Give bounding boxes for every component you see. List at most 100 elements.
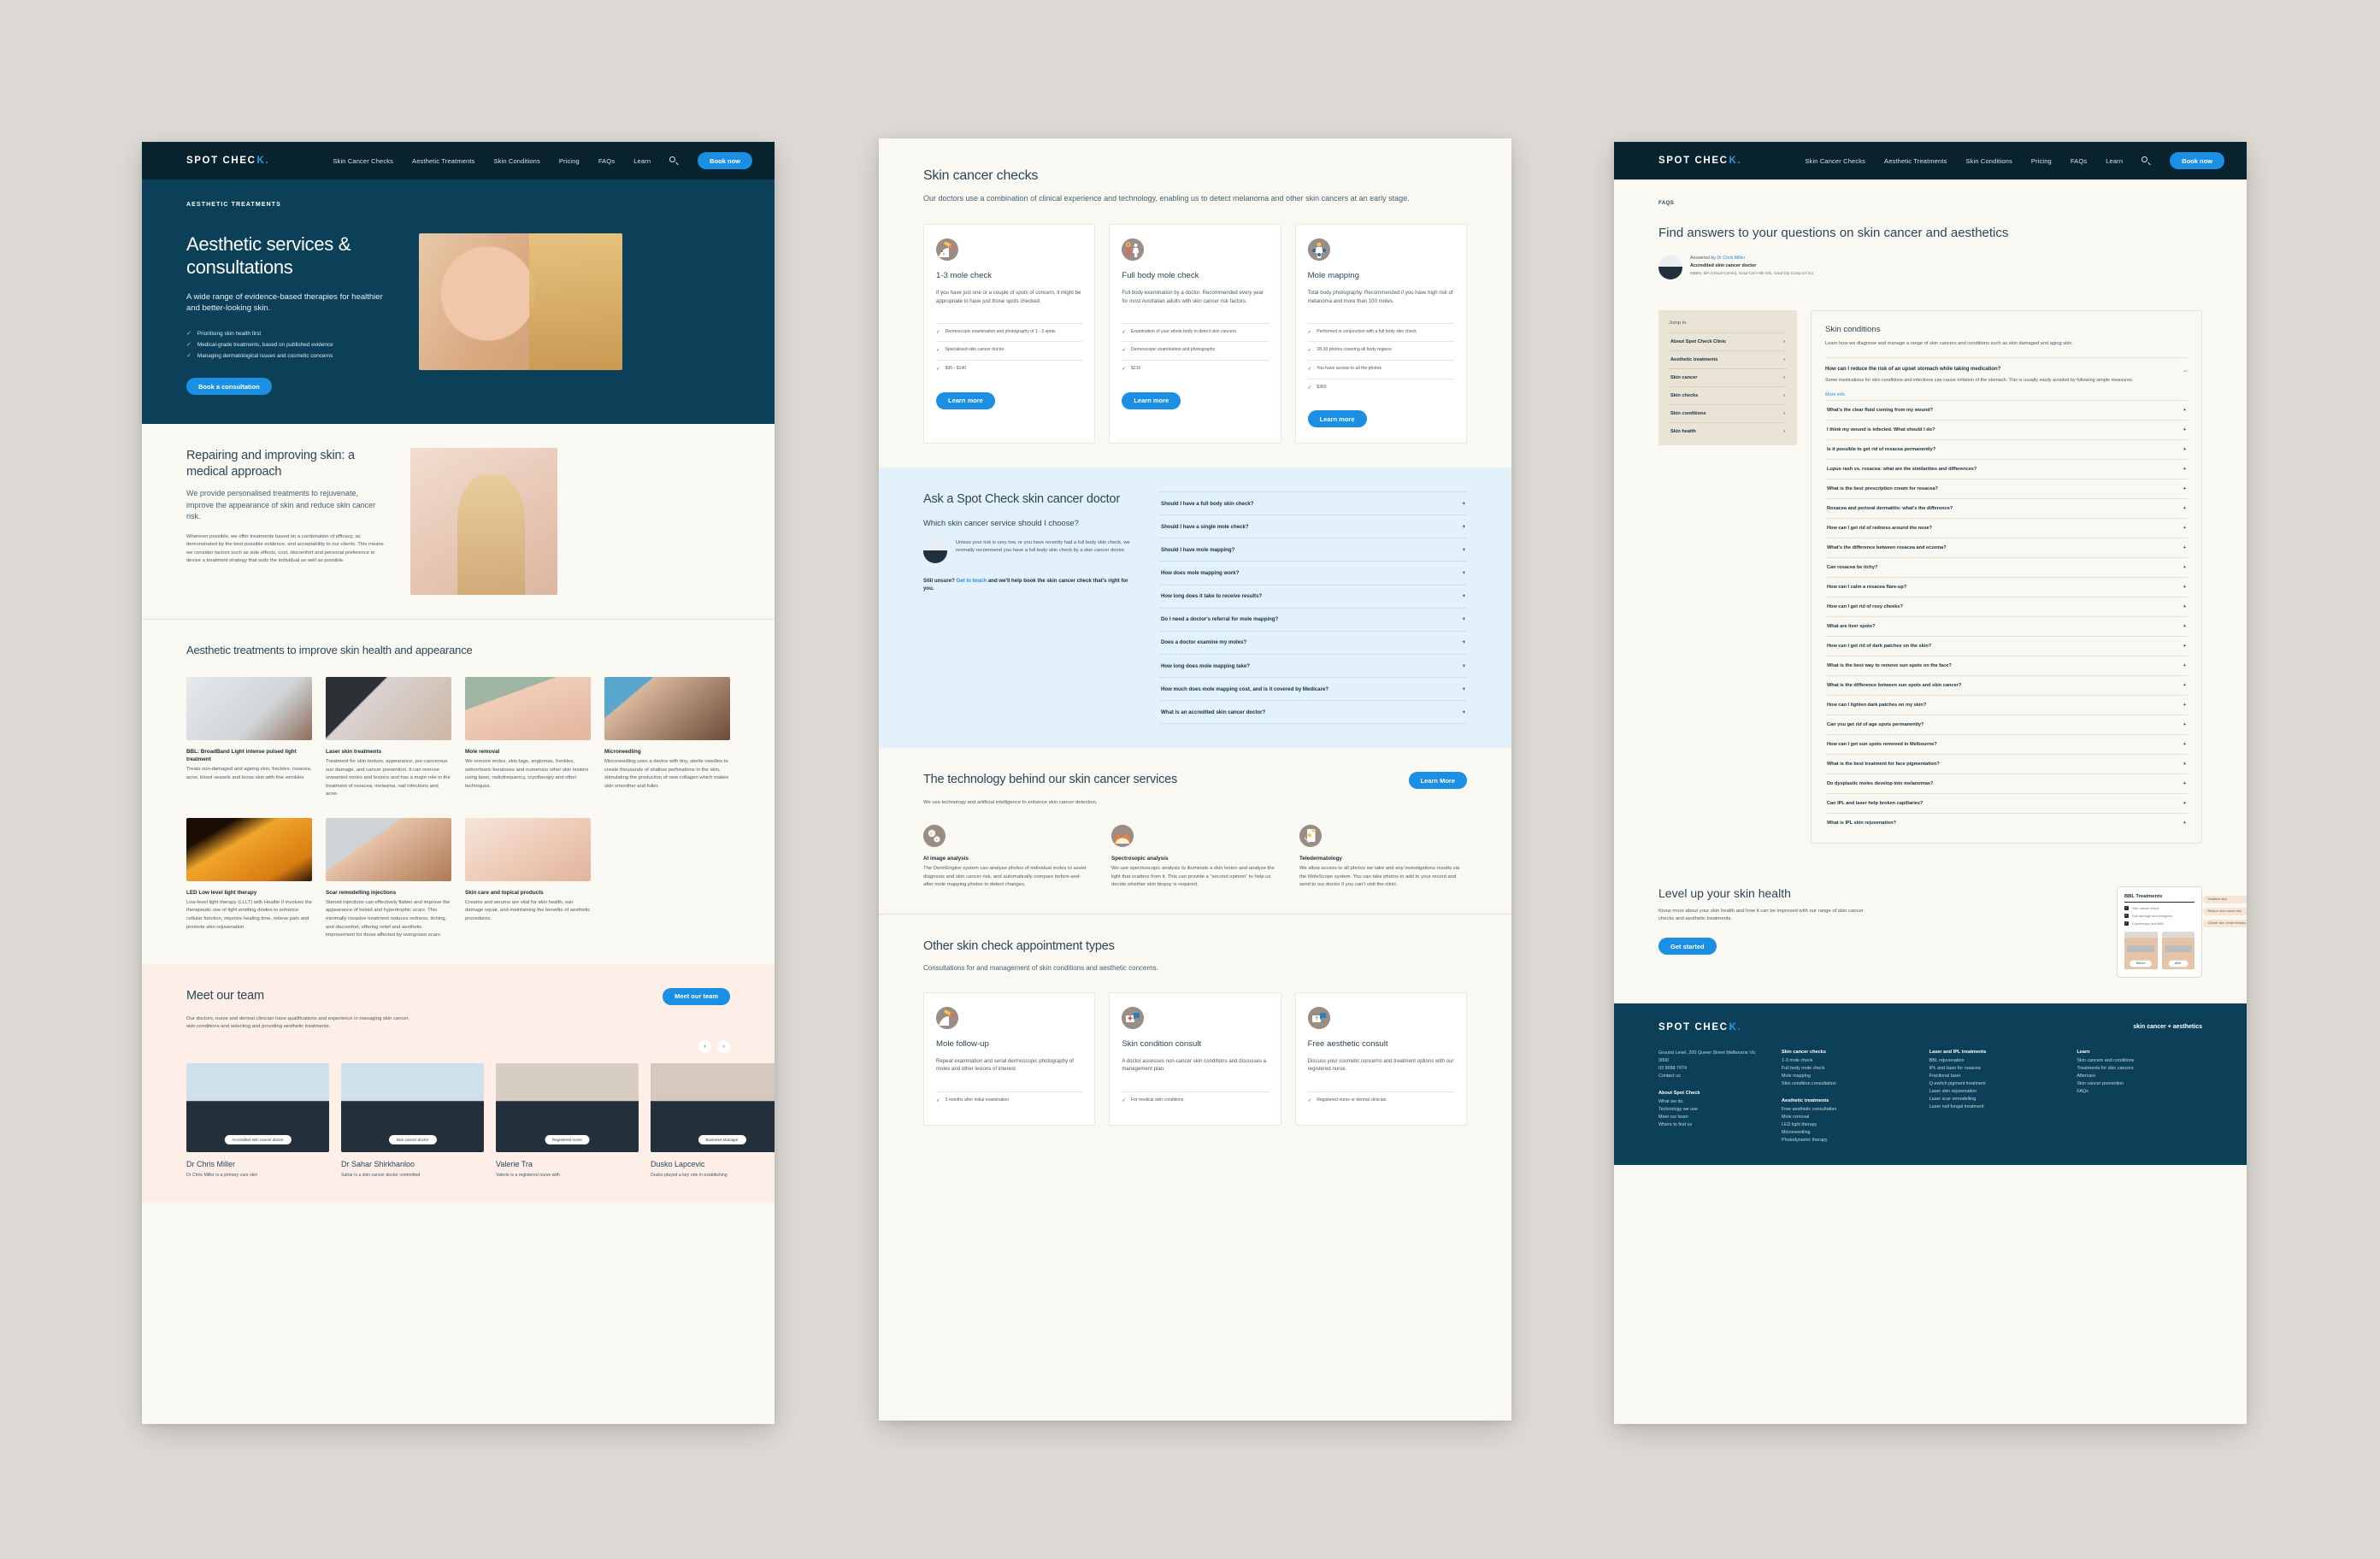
accordion-row[interactable]: How can I get rid of redness around the … — [1825, 517, 2188, 538]
footer-link[interactable]: BBL rejuvenation — [1929, 1057, 2055, 1065]
footer-logo[interactable]: SPOT CHEC K. — [1658, 1022, 1741, 1032]
team-member-card[interactable]: Skin cancer doctor Dr Sahar Shirkhanloo Sa… — [341, 1062, 484, 1179]
footer-link[interactable]: 1-3 mole check — [1782, 1057, 1907, 1065]
service-card[interactable]: Full body mole check Full body examinati… — [1109, 223, 1281, 444]
treatment-card[interactable]: BBL: BroadBand Light intense pulsed ligh… — [186, 676, 312, 799]
treatment-card[interactable]: LED Low level light therapy Low-level lig… — [186, 817, 312, 940]
accordion-row[interactable]: How can I get rid of dark patches on the… — [1825, 635, 2188, 656]
plus-icon[interactable]: + — [1462, 500, 1465, 508]
accordion-row[interactable]: Lupus rash vs. rosacea: what are the sim… — [1825, 458, 2188, 479]
learn-more-button[interactable]: Learn more — [1307, 410, 1367, 428]
team-carousel[interactable]: Accredited skin cancer doctor Dr Chris Mi… — [186, 1062, 775, 1179]
chevron-right-icon[interactable]: › — [717, 1039, 730, 1053]
plus-icon[interactable]: + — [1462, 662, 1465, 670]
accordion-row[interactable]: I think my wound is infected. What shoul… — [1825, 419, 2188, 439]
footer-link[interactable]: FAQs — [2077, 1088, 2202, 1096]
plus-icon[interactable]: + — [2183, 506, 2186, 511]
nav-item-learn[interactable]: Learn — [633, 157, 651, 165]
plus-icon[interactable]: + — [2183, 683, 2186, 688]
treatment-card[interactable]: Skin care and topical products Creams and… — [465, 817, 591, 940]
accordion-row[interactable]: Should I have a single mole check? + — [1159, 515, 1467, 539]
plus-icon[interactable]: + — [1462, 615, 1465, 623]
footer-link[interactable]: Technology we use — [1658, 1106, 1759, 1114]
plus-icon[interactable]: + — [2183, 703, 2186, 708]
footer-link[interactable]: Free aesthetic consultation — [1782, 1106, 1907, 1114]
accordion-row[interactable]: What's the difference between rosacea an… — [1825, 537, 2188, 557]
search-icon[interactable] — [669, 156, 679, 166]
footer-link[interactable]: Fractional laser — [1929, 1073, 2055, 1080]
jump-item[interactable]: Aesthetic treatments › — [1669, 350, 1787, 368]
plus-icon[interactable]: + — [2183, 427, 2186, 432]
nav-item-pricing[interactable]: Pricing — [2031, 157, 2052, 165]
footer-link[interactable]: Skin cancer prevention — [2077, 1080, 2202, 1088]
accordion-row[interactable]: What is the best way to remove sun spots… — [1825, 655, 2188, 675]
accordion-row[interactable]: Can IPL and laser help broken capillarie… — [1825, 792, 2188, 813]
accordion-row[interactable]: Can rosacea be itchy? + — [1825, 556, 2188, 577]
bbl-checklist-item[interactable]: ✓ Sun damage and lentigines — [2124, 913, 2194, 918]
treatment-card[interactable]: Mole removal We remove moles, skin tags, … — [465, 676, 591, 799]
plus-icon[interactable]: + — [1462, 569, 1465, 577]
get-in-touch-link[interactable]: Get in touch — [957, 578, 987, 584]
plus-icon[interactable]: + — [2183, 526, 2186, 531]
more-info-link[interactable]: More info — [1825, 392, 1845, 397]
footer-link[interactable]: Mole mapping — [1782, 1073, 1907, 1080]
meet-our-team-button[interactable]: Meet our team — [663, 987, 730, 1005]
learn-more-button[interactable]: Learn More — [1408, 772, 1467, 790]
footer-link[interactable]: Skin cancers and conditions — [2077, 1057, 2202, 1065]
footer-link[interactable]: Mole removal — [1782, 1114, 1907, 1121]
service-card[interactable]: 1-3 mole check If you have just one or a… — [923, 223, 1096, 444]
accordion-row[interactable]: How long does mole mapping take? + — [1159, 655, 1467, 679]
treatment-card[interactable]: Scar remodelling injections Steroid injec… — [326, 817, 451, 940]
footer-link[interactable]: Q-switch pigment treatment — [1929, 1080, 2055, 1088]
appointment-card[interactable]: ? Free aesthetic consult Discuss your co… — [1294, 991, 1467, 1127]
plus-icon[interactable]: + — [2183, 821, 2186, 826]
nav-item-learn[interactable]: Learn — [2106, 157, 2123, 165]
nav-item-aesthetic-treatments[interactable]: Aesthetic Treatments — [412, 157, 474, 165]
jump-item[interactable]: Skin checks › — [1669, 385, 1787, 404]
accordion-row[interactable]: Does a doctor examine my moles? + — [1159, 632, 1467, 656]
search-icon[interactable] — [2141, 156, 2151, 166]
jump-item[interactable]: Skin conditions › — [1669, 403, 1787, 422]
accordion-row[interactable]: How long does it take to receive results… — [1159, 585, 1467, 609]
accordion-row[interactable]: What is the best prescription cream for … — [1825, 478, 2188, 498]
jump-item[interactable]: Skin cancer › — [1669, 368, 1787, 386]
footer-link[interactable]: IPL and laser for rosacea — [1929, 1065, 2055, 1073]
plus-icon[interactable]: + — [2183, 644, 2186, 649]
author-link[interactable]: Dr Chris Miller — [1717, 256, 1745, 261]
accordion-row[interactable]: What's the clear fluid coming from my wo… — [1825, 399, 2188, 420]
footer-link[interactable]: Photodynamic therapy — [1782, 1137, 1907, 1144]
accordion-row[interactable]: What is the difference between sun spots… — [1825, 674, 2188, 695]
team-member-card[interactable]: Business Manager Dusko Lapcevic Dusko play… — [651, 1062, 775, 1179]
plus-icon[interactable]: + — [2183, 486, 2186, 491]
footer-link[interactable]: Microneedling — [1782, 1129, 1907, 1137]
plus-icon[interactable]: + — [2183, 604, 2186, 609]
footer-link[interactable]: What we do — [1658, 1098, 1759, 1106]
plus-icon[interactable]: + — [2183, 762, 2186, 767]
accordion-row[interactable]: How much does mole mapping cost, and is … — [1159, 678, 1467, 702]
jump-item[interactable]: About Spot Check Clinic › — [1669, 332, 1787, 350]
plus-icon[interactable]: + — [2183, 408, 2186, 413]
appointment-card[interactable]: Mole follow-up Repeat examination and se… — [923, 991, 1096, 1127]
accordion-row[interactable]: How can I get sun spots removed in Melbo… — [1825, 733, 2188, 754]
bbl-checklist-item[interactable]: ✓ Skin cancer check — [2124, 905, 2194, 910]
nav-item-skin-conditions[interactable]: Skin Conditions — [494, 157, 540, 165]
logo[interactable]: SPOT CHEC K. — [1658, 156, 1741, 166]
plus-icon[interactable]: + — [2183, 565, 2186, 570]
plus-icon[interactable]: + — [2183, 663, 2186, 668]
footer-link[interactable]: Laser skin rejuvenation — [1929, 1088, 2055, 1096]
accordion-row[interactable]: Do dysplastic moles develop into melanom… — [1825, 773, 2188, 793]
team-member-card[interactable]: Accredited skin cancer doctor Dr Chris Mi… — [186, 1062, 329, 1179]
plus-icon[interactable]: + — [1462, 638, 1465, 646]
nav-item-skin-cancer-checks[interactable]: Skin Cancer Checks — [333, 157, 393, 165]
accordion-row[interactable]: How does mole mapping work? + — [1159, 562, 1467, 585]
footer-link[interactable]: Meet our team — [1658, 1114, 1759, 1121]
treatment-card[interactable]: Laser skin treatments Treatment for skin … — [326, 676, 451, 799]
learn-more-button[interactable]: Learn more — [936, 391, 995, 409]
footer-link[interactable]: Laser scar remodelling — [1929, 1096, 2055, 1103]
plus-icon[interactable]: + — [2183, 585, 2186, 590]
nav-item-faqs[interactable]: FAQs — [2071, 157, 2087, 165]
accordion-row[interactable]: Should I have mole mapping? + — [1159, 538, 1467, 562]
plus-icon[interactable]: + — [1462, 592, 1465, 600]
accordion-row[interactable]: How can I get rid of rosy cheeks? + — [1825, 596, 2188, 616]
appointment-card[interactable]: Skin condition consult A doctor assesses… — [1109, 991, 1281, 1127]
